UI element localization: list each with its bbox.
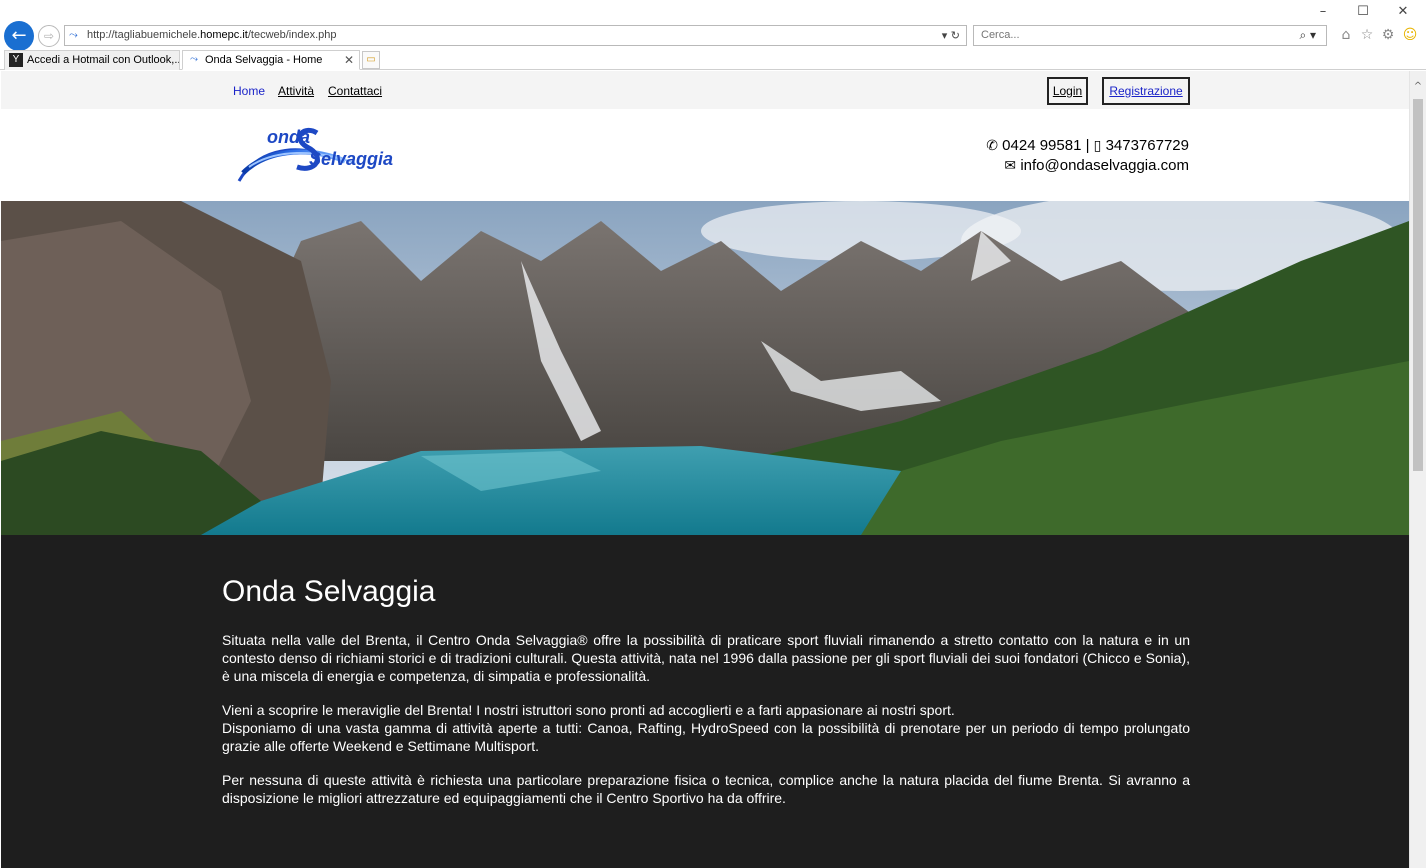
activities-line-2: Disponiamo di una vasta gamma di attivit… [222,720,1190,754]
phone-number: 0424 99581 [1002,137,1082,154]
mobile-icon: ▯ [1093,138,1102,154]
refresh-icon[interactable]: ▾ ↻ [942,26,960,45]
minimize-button[interactable]: – [1306,2,1340,22]
requirements-paragraph: Per nessuna di queste attività è richies… [222,772,1190,806]
contact-separator: | [1085,137,1090,154]
intro-paragraph: Situata nella valle del Brenta, il Centr… [222,632,1190,684]
top-navigation-bar: Home Attività Contattaci Login Registraz… [1,71,1409,109]
phone-icon: ✆ [986,138,998,154]
onda-selvaggia-logo[interactable]: onda Selvaggia [235,123,411,183]
tab-bar: Y Accedi a Hotmail con Outlook,... ⤳ Ond… [0,48,1426,70]
page-title: Onda Selvaggia [222,575,436,608]
search-input[interactable] [979,28,1279,42]
favorites-star-icon[interactable]: ☆ [1357,25,1377,45]
back-arrow-icon[interactable]: ← [4,21,34,51]
email-address[interactable]: info@ondaselvaggia.com [1020,157,1189,174]
login-button[interactable]: Login [1047,77,1088,105]
close-window-button[interactable]: ✕ [1386,2,1420,22]
home-icon[interactable]: ⌂ [1336,25,1356,45]
mobile-number: 3473767729 [1105,137,1189,154]
logo-text-selvaggia: Selvaggia [309,149,393,169]
vertical-scrollbar[interactable]: ^ [1409,71,1426,868]
page-viewport: Home Attività Contattaci Login Registraz… [1,71,1409,868]
site-header: onda Selvaggia ✆ 0424 99581 | ▯ 34737677… [1,109,1409,201]
site-favicon-icon: ⤳ [69,29,78,41]
tab-label: Onda Selvaggia - Home [205,54,323,66]
browser-chrome: – ☐ ✕ ← ⇨ ⤳ http://tagliabuemichele.home… [0,0,1426,70]
envelope-icon: ✉ [1004,158,1017,174]
tab-onda-selvaggia[interactable]: ⤳ Onda Selvaggia - Home ✕ [182,50,360,70]
tab-label: Accedi a Hotmail con Outlook,... [27,54,180,66]
address-url: http://tagliabuemichele.homepc.it/tecweb… [87,29,337,41]
nav-link-attivita[interactable]: Attività [278,84,314,98]
smiley-icon[interactable]: ☺ [1400,25,1420,45]
address-bar[interactable]: ⤳ http://tagliabuemichele.homepc.it/tecw… [64,25,967,46]
nav-link-home[interactable]: Home [233,84,265,98]
site-favicon-icon: ⤳ [190,54,198,65]
new-tab-button[interactable]: ▭ [362,51,380,69]
contact-email: ✉ info@ondaselvaggia.com [1004,157,1189,174]
forward-arrow-icon[interactable]: ⇨ [38,25,60,47]
hero-landscape-image [1,201,1409,535]
nav-link-contattaci[interactable]: Contattaci [328,84,382,98]
scrollbar-thumb[interactable] [1413,99,1423,471]
maximize-button[interactable]: ☐ [1346,2,1380,22]
register-button[interactable]: Registrazione [1102,77,1190,105]
tab-hotmail[interactable]: Y Accedi a Hotmail con Outlook,... [4,50,180,70]
search-icon[interactable]: ⌕ ▾ [1299,26,1316,45]
hotmail-favicon-icon: Y [9,53,23,67]
logo-text-onda: onda [267,127,310,147]
main-content: Onda Selvaggia Situata nella valle del B… [222,535,1190,823]
contact-phones: ✆ 0424 99581 | ▯ 3473767729 [986,137,1189,154]
activities-paragraph: Vieni a scoprire le meraviglie del Brent… [222,701,1190,755]
search-box[interactable]: ⌕ ▾ [973,25,1327,46]
close-tab-icon[interactable]: ✕ [344,51,354,69]
gear-icon[interactable]: ⚙ [1378,25,1398,45]
activities-line-1: Vieni a scoprire le meraviglie del Brent… [222,702,955,718]
scroll-up-arrow-icon[interactable]: ^ [1410,81,1426,95]
